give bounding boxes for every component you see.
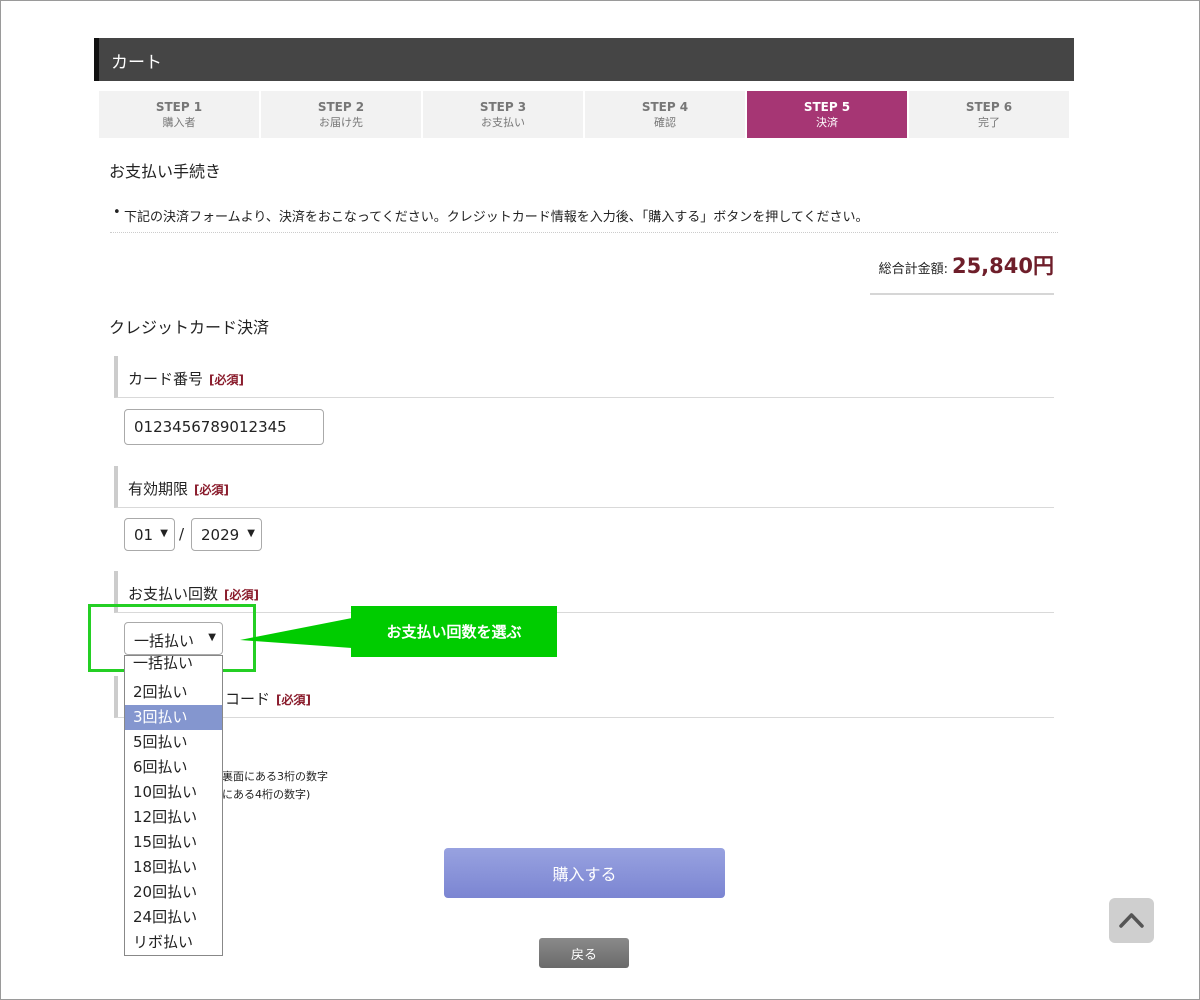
step-label: お届け先 <box>319 115 363 129</box>
step-label: お支払い <box>481 115 525 129</box>
callout-pointer-icon <box>240 618 352 648</box>
dropdown-option[interactable]: 6回払い <box>125 755 222 780</box>
callout-label: お支払い回数を選ぶ <box>351 606 557 657</box>
dropdown-option[interactable]: リボ払い <box>125 930 222 955</box>
payment-notice: • 下記の決済フォームより、決済をおこなってください。クレジットカード情報を入力… <box>110 200 1058 233</box>
step-label: 購入者 <box>162 115 196 129</box>
step-label: 決済 <box>816 115 838 129</box>
required-badge: [必須] <box>276 693 311 707</box>
payment-procedure-title: お支払い手続き <box>109 162 222 181</box>
dropdown-option[interactable]: 18回払い <box>125 855 222 880</box>
security-code-header: コード [必須] <box>114 676 1054 718</box>
card-number-header: カード番号 [必須] <box>114 356 1054 398</box>
step-label: 完了 <box>978 115 1000 129</box>
dropdown-option[interactable]: 一括払い <box>125 656 222 680</box>
credit-card-title: クレジットカード決済 <box>109 318 270 337</box>
page-top-button[interactable] <box>1109 898 1154 943</box>
dropdown-arrow-icon: ▼ <box>247 528 255 539</box>
step-number: STEP 6 <box>965 99 1013 114</box>
step-2: STEP 2 お届け先 <box>261 91 421 138</box>
security-code-label: コード [必須] <box>225 688 311 709</box>
dropdown-arrow-icon: ▼ <box>160 528 168 539</box>
installments-dropdown-list[interactable]: 一括払い 2回払い 3回払い 5回払い 6回払い 10回払い 12回払い 15回… <box>124 655 223 956</box>
security-code-label-text: コード <box>225 690 271 708</box>
cart-header: カート <box>94 38 1074 81</box>
expiry-label-text: 有効期限 <box>128 480 189 498</box>
dropdown-option[interactable]: 24回払い <box>125 905 222 930</box>
dropdown-option[interactable]: 5回払い <box>125 730 222 755</box>
expiry-year-select[interactable]: 2029 ▼ <box>191 518 262 551</box>
expiry-month-select[interactable]: 01 ▼ <box>124 518 175 551</box>
dropdown-option[interactable]: 15回払い <box>125 830 222 855</box>
purchase-button[interactable]: 購入する <box>444 848 725 898</box>
chevron-up-icon <box>1119 913 1144 928</box>
expiry-label: 有効期限 [必須] <box>128 478 229 499</box>
expiry-separator: / <box>179 525 185 543</box>
step-6: STEP 6 完了 <box>909 91 1069 138</box>
required-badge: [必須] <box>209 373 244 387</box>
step-5-active: STEP 5 決済 <box>747 91 907 138</box>
notice-text: 下記の決済フォームより、決済をおこなってください。クレジットカード情報を入力後、… <box>124 210 869 225</box>
step-number: STEP 4 <box>641 99 689 114</box>
expiry-header: 有効期限 [必須] <box>114 466 1054 508</box>
dropdown-option[interactable]: 2回払い <box>125 680 222 705</box>
bullet-icon: • <box>113 205 121 220</box>
step-number: STEP 1 <box>155 99 203 114</box>
step-label: 確認 <box>654 115 676 129</box>
step-1: STEP 1 購入者 <box>99 91 259 138</box>
step-3: STEP 3 お支払い <box>423 91 583 138</box>
installments-label-text: お支払い回数 <box>128 585 219 603</box>
security-note-line2: にある4桁の数字) <box>222 788 311 801</box>
back-button[interactable]: 戻る <box>539 938 629 968</box>
required-badge: [必須] <box>194 483 229 497</box>
card-number-label-text: カード番号 <box>128 370 204 388</box>
dropdown-option[interactable]: 20回払い <box>125 880 222 905</box>
security-note-line1: 裏面にある3桁の数字 <box>222 770 328 783</box>
step-indicator: STEP 1 購入者 STEP 2 お届け先 STEP 3 お支払い STEP … <box>99 91 1069 138</box>
purchase-button-label: 購入する <box>552 865 617 884</box>
cart-title: カート <box>111 53 162 73</box>
step-number: STEP 2 <box>317 99 365 114</box>
step-number: STEP 5 <box>803 99 851 114</box>
total-value: 25,840円 <box>951 254 1054 278</box>
card-number-input[interactable] <box>124 409 324 445</box>
dropdown-option[interactable]: 12回払い <box>125 805 222 830</box>
callout-text: お支払い回数を選ぶ <box>386 623 522 641</box>
installments-label: お支払い回数 [必須] <box>128 583 259 604</box>
back-button-label: 戻る <box>570 947 597 963</box>
dropdown-option-highlighted[interactable]: 3回払い <box>125 705 222 730</box>
card-number-label: カード番号 [必須] <box>128 368 244 389</box>
step-4: STEP 4 確認 <box>585 91 745 138</box>
expiry-month-value: 01 <box>134 526 154 544</box>
expiry-year-value: 2029 <box>201 526 240 544</box>
total-label: 総合計金額: <box>878 262 948 277</box>
step-number: STEP 3 <box>479 99 527 114</box>
required-badge: [必須] <box>224 588 259 602</box>
dropdown-option[interactable]: 10回払い <box>125 780 222 805</box>
total-amount: 総合計金額: 25,840円 <box>870 250 1054 295</box>
